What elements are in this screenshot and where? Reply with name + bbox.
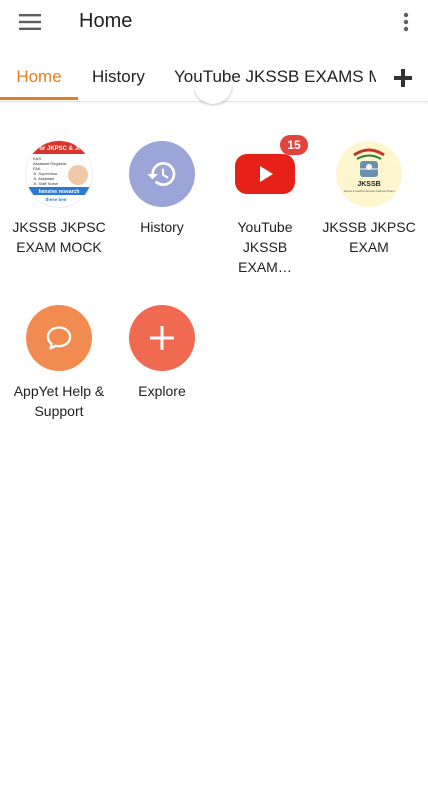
grid-item-label: History (140, 219, 184, 235)
grid-item-label: YouTube JKSSB EXAM… (237, 219, 293, 275)
svg-text:Jr. Staff Nurse: Jr. Staff Nurse (33, 181, 59, 186)
grid-item-explore[interactable]: Explore (112, 305, 212, 401)
more-vert-icon (403, 12, 409, 32)
svg-text:these ben: these ben (45, 197, 66, 202)
pull-to-refresh-indicator (194, 86, 234, 106)
grid-item-label: JKSSB JKPSC EXAM MOCK (12, 219, 106, 255)
grid-item-label: Explore (138, 383, 186, 399)
jkssb-mock-thumbnail-icon: For JKPSC & JK KAS Assistant Registrar F… (26, 141, 92, 207)
svg-text:hensive research: hensive research (39, 189, 80, 195)
app-root: Home Home History YouTube JKSSB EXAMS MO… (0, 0, 428, 800)
grid-item-history[interactable]: History (112, 141, 212, 237)
add-tab-button[interactable] (392, 67, 414, 89)
plus-icon (129, 305, 195, 371)
page-title: Home (79, 10, 133, 32)
toolbar: Home (0, 0, 428, 44)
chat-bubble-icon (26, 305, 92, 371)
thumb-header-text: For JKPSC & JK (36, 146, 83, 152)
tab-home-label: Home (16, 67, 62, 86)
youtube-icon: 15 (232, 135, 308, 207)
tab-history-label: History (92, 67, 145, 86)
grid-item-youtube[interactable]: 15 YouTube JKSSB EXAM… (215, 135, 315, 277)
history-icon (129, 141, 195, 207)
grid-item-jkssb-exam[interactable]: JKSSB Jammu & Kashmir Services Selection… (319, 141, 419, 257)
tab-youtube-label: YouTube JKSSB EXAMS MOCK (174, 67, 376, 86)
notification-badge: 15 (280, 135, 308, 155)
jkssb-emblem-icon: JKSSB Jammu & Kashmir Services Selection… (336, 141, 402, 207)
tab-history[interactable]: History (92, 55, 145, 99)
overflow-menu-button[interactable] (394, 8, 418, 36)
menu-button[interactable] (14, 8, 46, 36)
hamburger-menu-icon (19, 14, 41, 30)
tab-home[interactable]: Home (0, 55, 78, 100)
svg-text:Jammu & Kashmir Services Selec: Jammu & Kashmir Services Selection Board (344, 189, 395, 193)
plus-icon (394, 69, 412, 87)
grid-item-jkssb-mock[interactable]: For JKPSC & JK KAS Assistant Registrar F… (9, 141, 109, 257)
grid-item-label: JKSSB JKPSC EXAM (322, 219, 416, 255)
grid-item-label: AppYet Help & Support (13, 383, 105, 419)
active-tab-indicator (0, 97, 78, 100)
grid-item-help-support[interactable]: AppYet Help & Support (9, 305, 109, 421)
emblem-text: JKSSB (357, 181, 380, 188)
